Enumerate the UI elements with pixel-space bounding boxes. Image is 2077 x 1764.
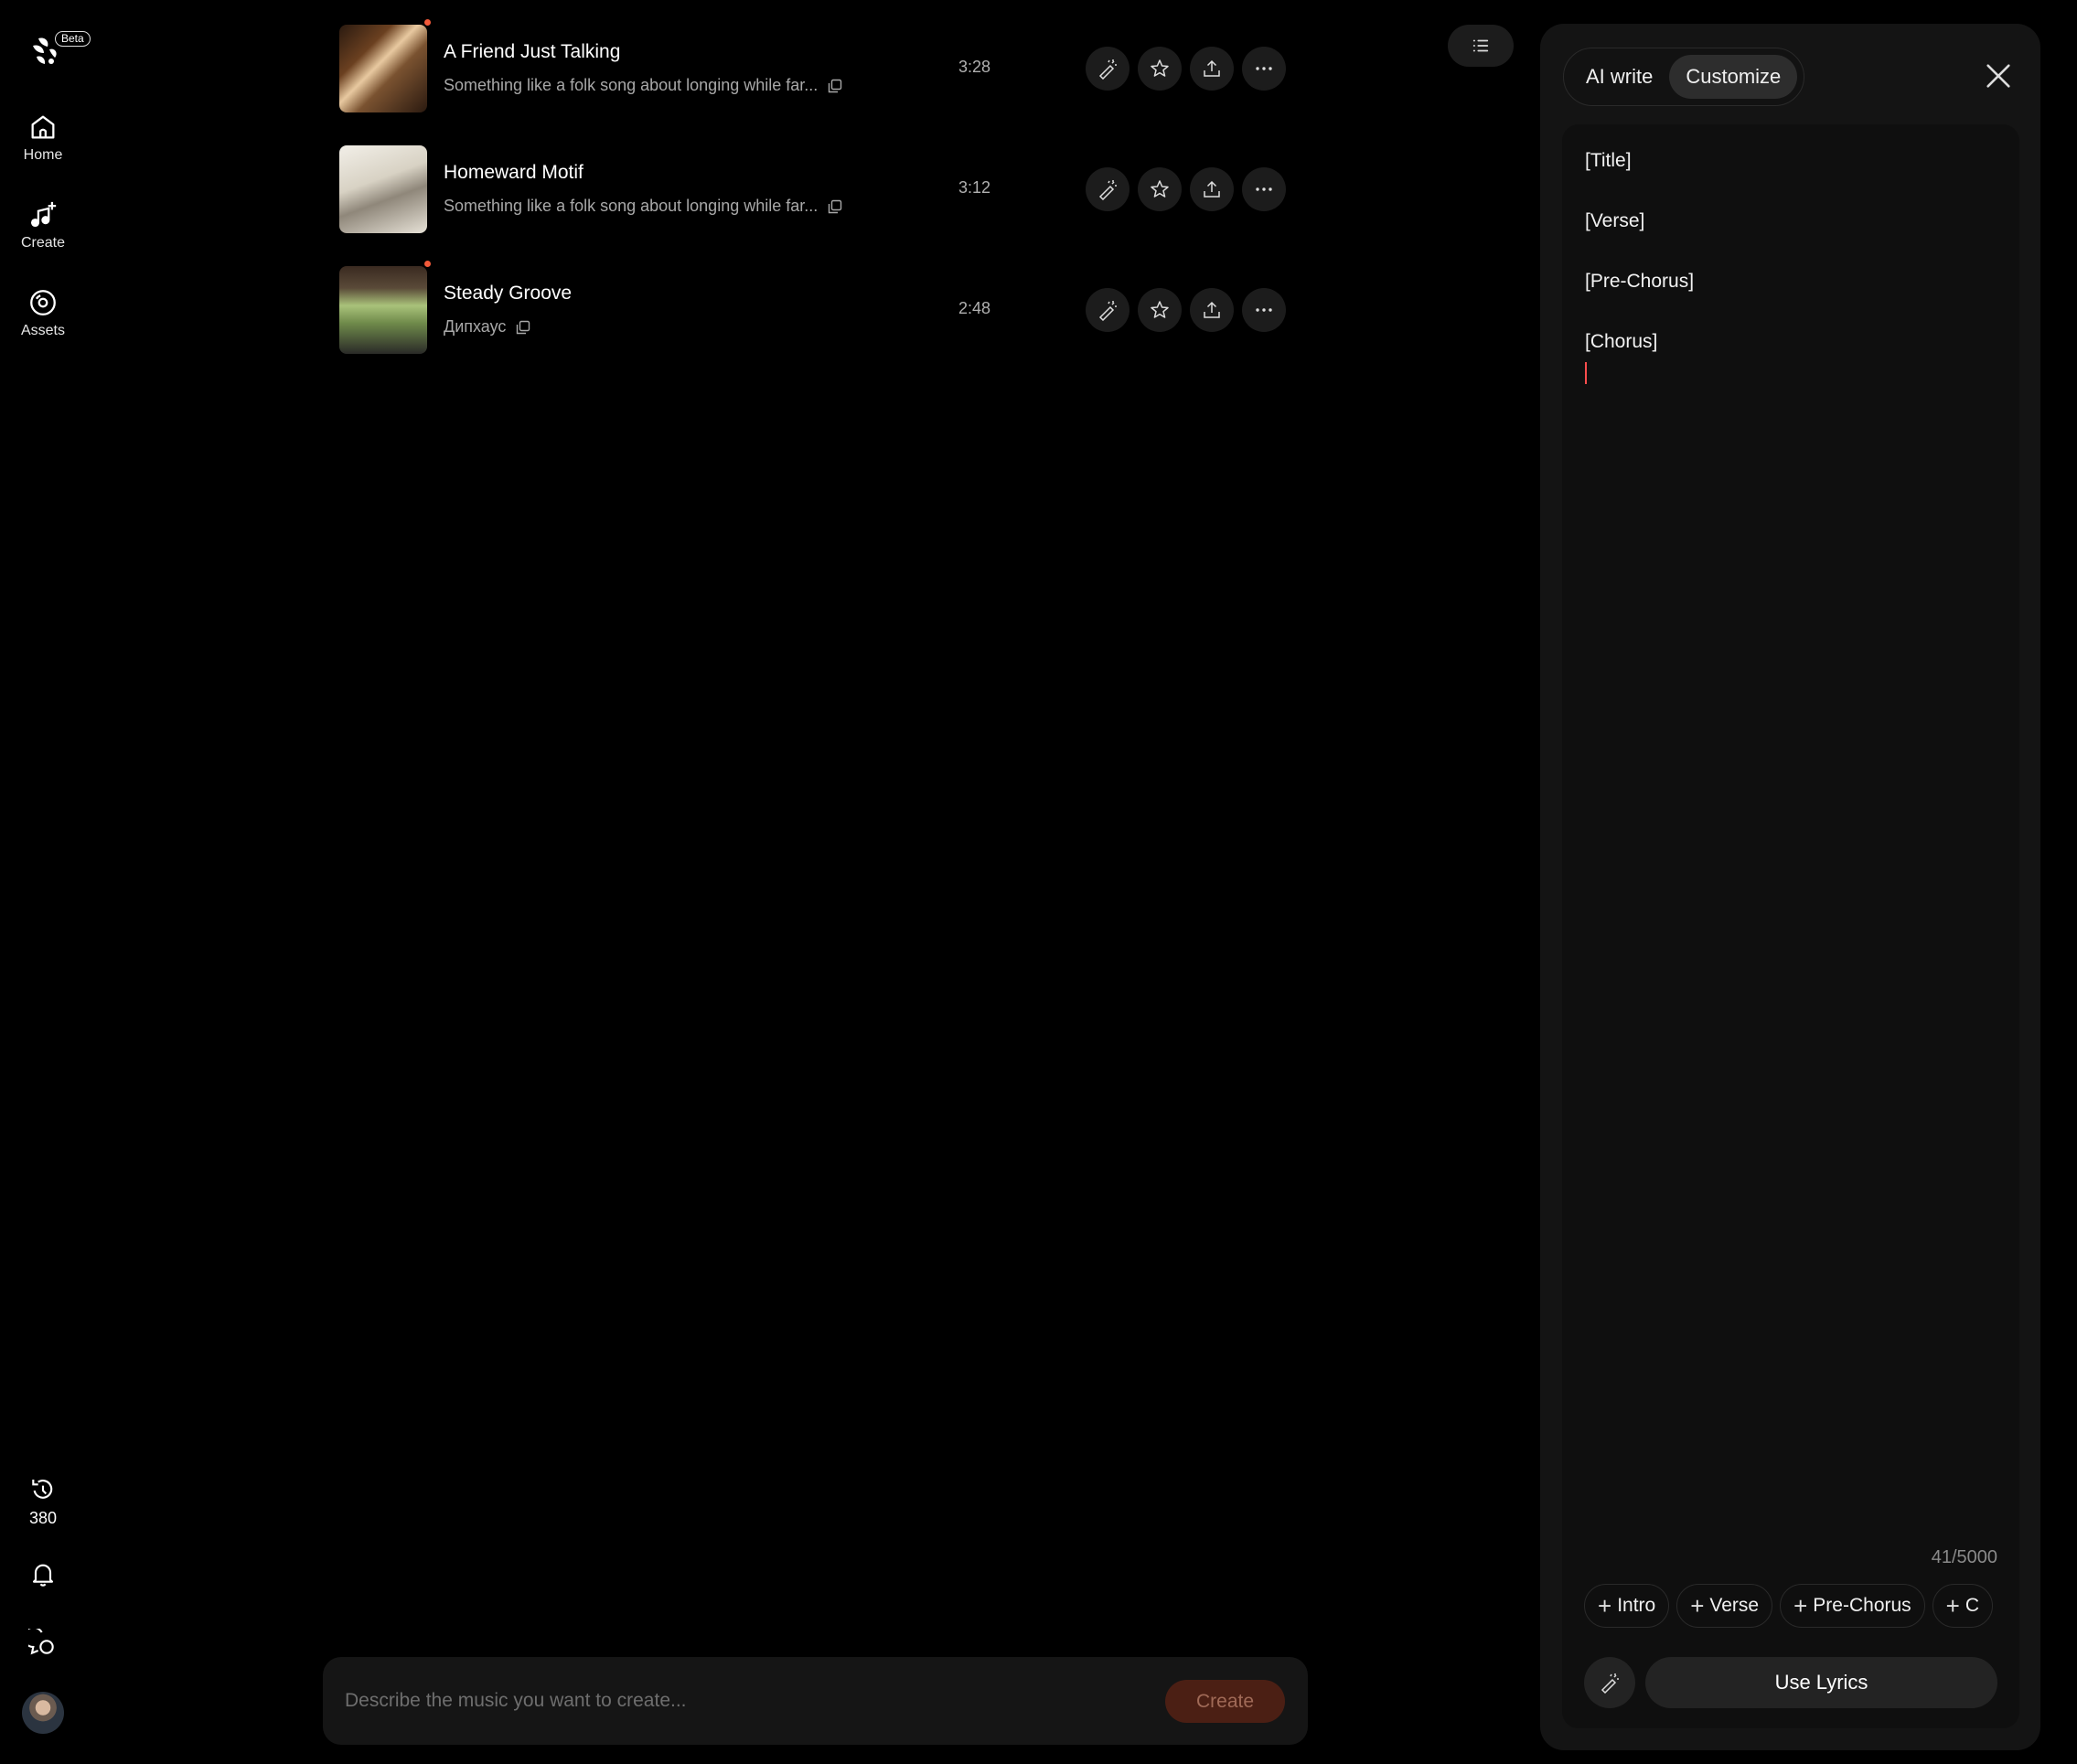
song-description: Дипхаус	[444, 317, 531, 337]
magic-wand-icon	[1601, 1673, 1619, 1694]
more-button[interactable]	[1242, 47, 1286, 91]
text-caret	[1585, 362, 1587, 384]
share-icon	[1204, 301, 1220, 318]
use-lyrics-button[interactable]: Use Lyrics	[1645, 1657, 1997, 1708]
copy-icon[interactable]	[515, 319, 531, 336]
create-button[interactable]: Create	[1165, 1680, 1285, 1723]
list-icon	[1472, 39, 1489, 52]
credits-count: 380	[28, 1509, 58, 1527]
edit-button[interactable]	[1086, 167, 1130, 211]
magic-button[interactable]	[1584, 1657, 1635, 1708]
disc-icon	[30, 290, 56, 315]
chat-icon	[28, 1629, 54, 1655]
nav-home-label: Home	[23, 147, 63, 163]
add-chorus-chip[interactable]: + C	[1932, 1584, 1994, 1628]
copy-icon[interactable]	[827, 198, 843, 215]
copy-icon[interactable]	[827, 78, 843, 94]
nav-create[interactable]: Create	[0, 199, 86, 251]
song-title[interactable]: Homeward Motif	[444, 162, 583, 184]
song-duration: 3:28	[958, 58, 991, 76]
bell-icon	[32, 1564, 54, 1587]
plus-icon: +	[1793, 1592, 1808, 1620]
nav-home[interactable]: Home	[0, 112, 86, 164]
avatar[interactable]	[22, 1692, 64, 1734]
plus-icon: +	[1598, 1592, 1612, 1620]
star-icon	[1151, 59, 1169, 77]
share-icon	[1204, 180, 1220, 198]
nav-assets[interactable]: Assets	[0, 287, 86, 339]
new-indicator	[424, 261, 431, 267]
home-icon	[31, 115, 55, 139]
notifications-button[interactable]	[0, 1559, 86, 1588]
plus-icon: +	[1945, 1592, 1960, 1620]
song-row[interactable]: Homeward Motif Something like a folk son…	[339, 145, 1286, 237]
prompt-input[interactable]: Describe the music you want to create...	[345, 1690, 687, 1712]
music-plus-icon	[30, 201, 57, 228]
nav-assets-label: Assets	[20, 323, 65, 338]
credits[interactable]: 380	[0, 1476, 86, 1528]
share-button[interactable]	[1190, 47, 1234, 91]
share-button[interactable]	[1190, 288, 1234, 332]
song-description: Something like a folk song about longing…	[444, 76, 843, 95]
lyrics-panel: AI write Customize [Title] [Verse] [Pre-…	[1540, 24, 2040, 1750]
song-title[interactable]: A Friend Just Talking	[444, 41, 620, 63]
add-verse-chip[interactable]: + Verse	[1676, 1584, 1773, 1628]
song-title[interactable]: Steady Groove	[444, 283, 572, 305]
section-chips: + Intro + Verse + Pre-Chorus + C	[1584, 1584, 1997, 1630]
edit-button[interactable]	[1086, 288, 1130, 332]
more-icon	[1256, 308, 1272, 312]
credits-icon	[32, 1480, 53, 1499]
magic-wand-icon	[1098, 59, 1117, 80]
more-icon	[1256, 187, 1272, 191]
magic-wand-icon	[1098, 180, 1117, 200]
add-intro-chip[interactable]: + Intro	[1584, 1584, 1670, 1628]
sidebar: Beta Home Create Assets 380	[0, 0, 91, 1764]
favorite-button[interactable]	[1138, 167, 1182, 211]
tab-customize[interactable]: Customize	[1669, 55, 1798, 99]
prompt-bar: Describe the music you want to create...…	[323, 1657, 1308, 1745]
song-duration: 3:12	[958, 178, 991, 197]
song-description: Something like a folk song about longing…	[444, 197, 843, 216]
edit-button[interactable]	[1086, 47, 1130, 91]
song-cover	[339, 145, 427, 233]
more-button[interactable]	[1242, 288, 1286, 332]
share-button[interactable]	[1190, 167, 1234, 211]
lyric-line: [Chorus]	[1585, 331, 1658, 352]
new-indicator	[424, 19, 431, 26]
star-icon	[1151, 180, 1169, 198]
song-row[interactable]: Steady Groove Дипхаус 2:48	[339, 261, 1286, 358]
song-row[interactable]: A Friend Just Talking Something like a f…	[339, 19, 1286, 116]
lyrics-editor[interactable]: [Title] [Verse] [Pre-Chorus] [Chorus] 41…	[1562, 124, 2019, 1728]
more-button[interactable]	[1242, 167, 1286, 211]
beta-badge: Beta	[55, 31, 91, 47]
favorite-button[interactable]	[1138, 47, 1182, 91]
lyric-line: [Pre-Chorus]	[1585, 271, 1695, 292]
add-pre-chorus-chip[interactable]: + Pre-Chorus	[1780, 1584, 1925, 1628]
character-counter: 41/5000	[1931, 1547, 1997, 1567]
lyric-line: [Title]	[1585, 150, 1632, 171]
favorite-button[interactable]	[1138, 288, 1182, 332]
share-icon	[1204, 59, 1220, 77]
list-view-button[interactable]	[1448, 25, 1514, 67]
song-duration: 2:48	[958, 299, 991, 317]
more-icon	[1256, 67, 1272, 70]
plus-icon: +	[1690, 1592, 1705, 1620]
song-cover	[339, 266, 427, 354]
chat-button[interactable]	[0, 1629, 86, 1658]
nav-create-label: Create	[20, 235, 66, 251]
star-icon	[1151, 301, 1169, 318]
lyric-line: [Verse]	[1585, 210, 1645, 231]
lyrics-mode-tabs: AI write Customize	[1563, 48, 1804, 106]
close-icon[interactable]	[1983, 60, 2014, 91]
song-cover	[339, 25, 427, 112]
magic-wand-icon	[1098, 301, 1117, 321]
tab-ai-write[interactable]: AI write	[1569, 55, 1669, 99]
